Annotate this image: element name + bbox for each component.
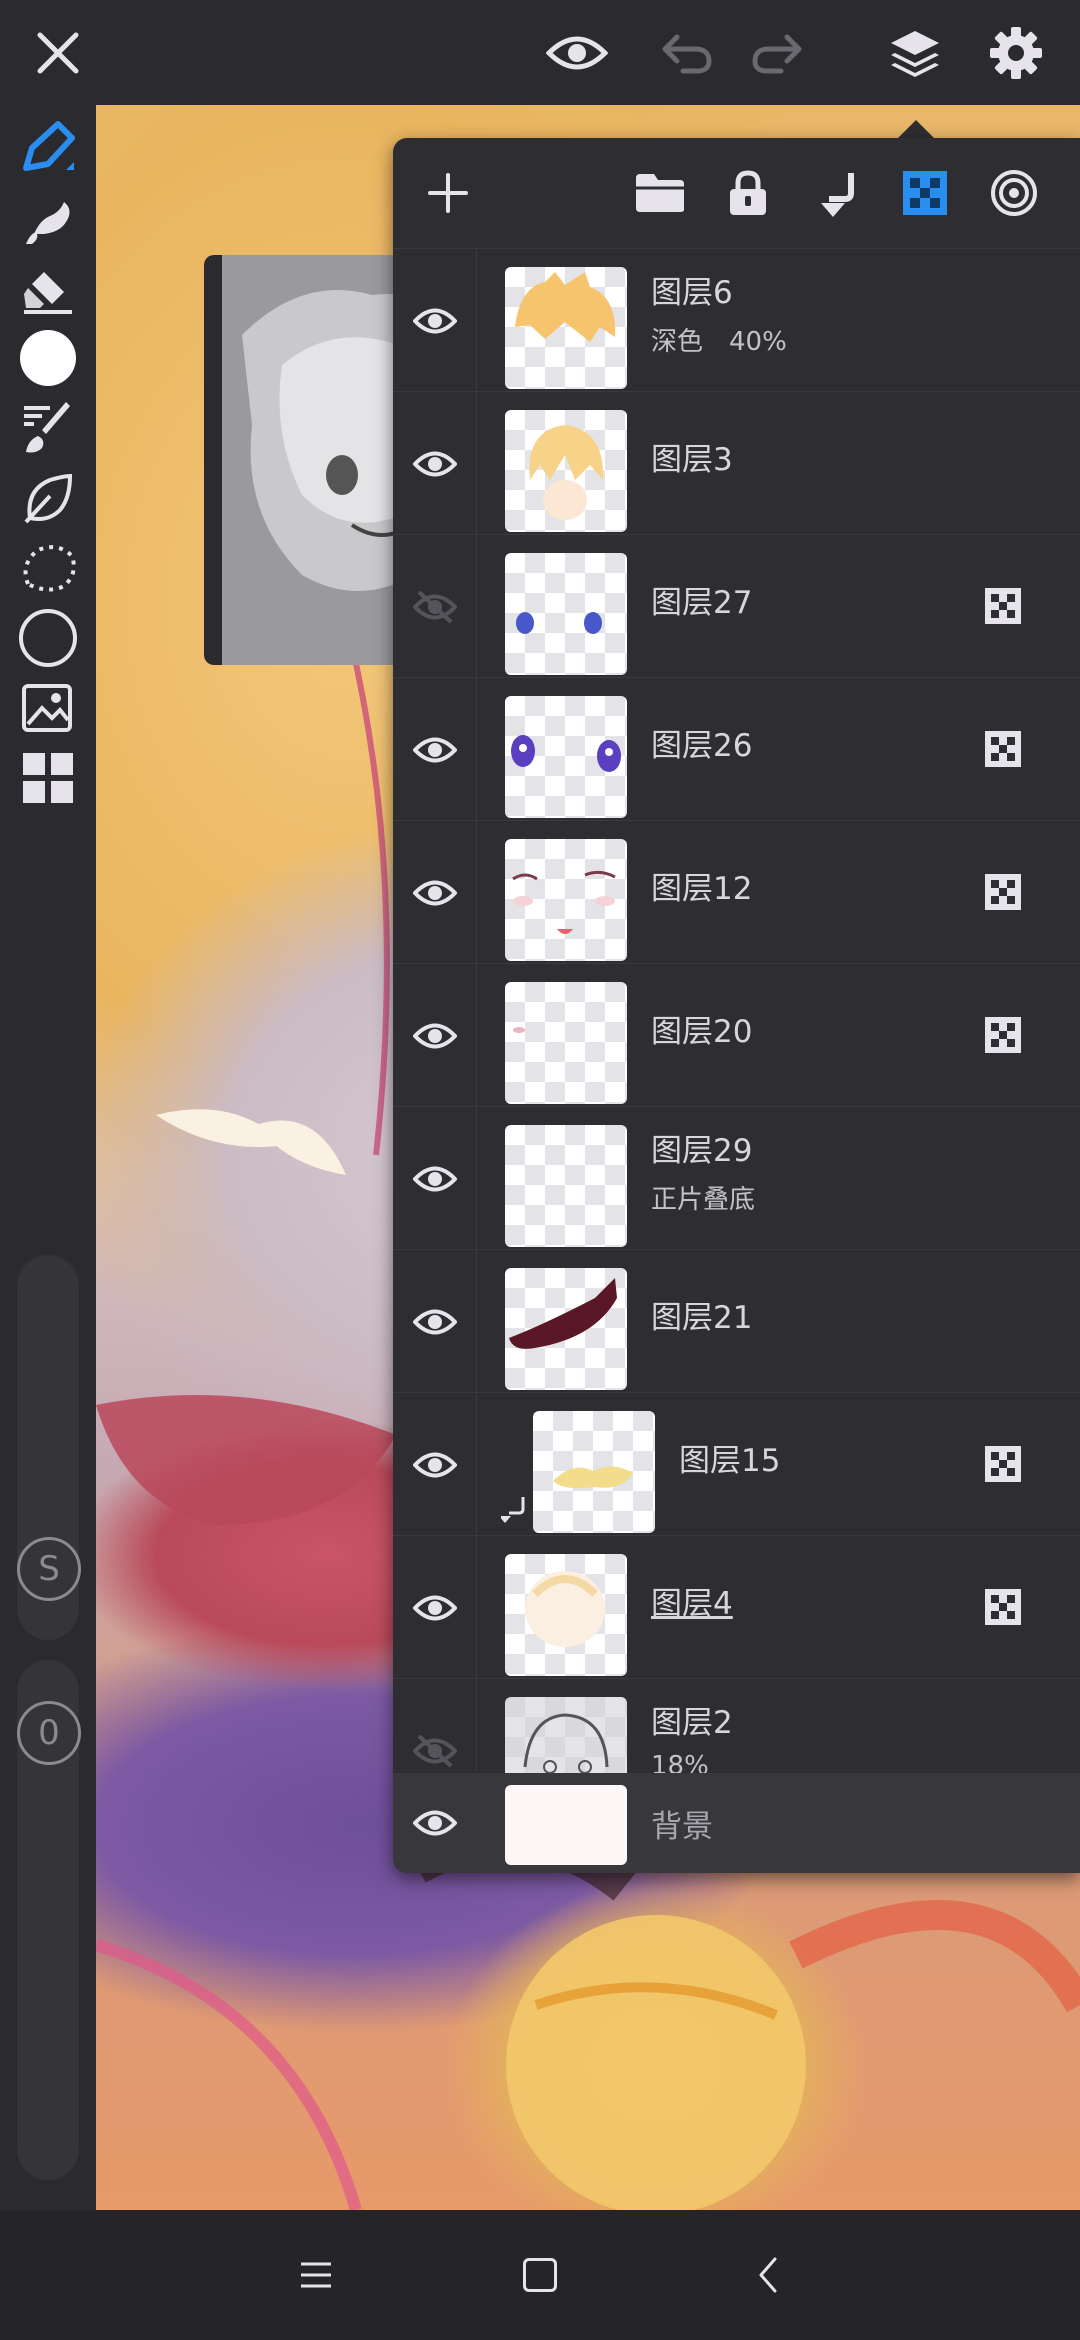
layer-name: 图层27 xyxy=(651,585,753,621)
layer-name: 图层20 xyxy=(651,1014,753,1050)
layer-name: 图层2 xyxy=(651,1705,733,1741)
ellipse-icon[interactable] xyxy=(13,603,83,673)
layer-visibility-toggle[interactable] xyxy=(393,964,477,1107)
layer-blend-info: 深色 40% xyxy=(651,327,787,357)
back-icon[interactable] xyxy=(738,2245,798,2305)
layer-row[interactable]: 图层21 xyxy=(393,1249,1080,1393)
color-icon[interactable] xyxy=(13,323,83,393)
background-thumbnail xyxy=(505,1785,627,1865)
layer-visibility-toggle[interactable] xyxy=(393,1536,477,1679)
s-button[interactable]: S xyxy=(17,1537,81,1601)
layer-visibility-toggle[interactable] xyxy=(393,392,477,535)
layer-name: 图层3 xyxy=(651,442,733,478)
alpha-lock-icon[interactable] xyxy=(985,588,1021,624)
layer-name: 图层26 xyxy=(651,728,753,764)
zero-label: 0 xyxy=(38,1713,60,1753)
menu-icon[interactable] xyxy=(286,2245,346,2305)
layer-name: 背景 xyxy=(651,1809,713,1845)
layer-row[interactable]: 图层15 xyxy=(393,1392,1080,1536)
layer-visibility-toggle[interactable] xyxy=(393,535,477,678)
merge-down-icon[interactable] xyxy=(801,158,871,228)
layer-name: 图层4 xyxy=(651,1586,733,1622)
layer-visibility-toggle[interactable] xyxy=(393,821,477,964)
layer-name: 图层15 xyxy=(679,1443,781,1479)
layer-row[interactable]: 图层3 xyxy=(393,391,1080,535)
layer-list: 图层6 深色 40% 图层3 图层27 图层26 图层12 图层20 图层29 … xyxy=(393,248,1080,1873)
layer-row[interactable]: 图层27 xyxy=(393,534,1080,678)
zero-button[interactable]: 0 xyxy=(17,1701,81,1765)
alpha-lock-icon[interactable] xyxy=(985,1017,1021,1053)
layer-thumbnail xyxy=(505,982,627,1104)
layer-thumbnail xyxy=(505,839,627,961)
layer-visibility-toggle[interactable] xyxy=(393,249,477,392)
layer-visibility-toggle[interactable] xyxy=(393,1393,477,1536)
undo-icon[interactable] xyxy=(652,18,722,88)
layer-thumbnail xyxy=(505,696,627,818)
smudge-icon[interactable] xyxy=(13,183,83,253)
alpha-lock-icon[interactable] xyxy=(985,1589,1021,1625)
layer-thumbnail xyxy=(505,1554,627,1676)
add-icon[interactable] xyxy=(413,158,483,228)
layers-panel: 图层6 深色 40% 图层3 图层27 图层26 图层12 图层20 图层29 … xyxy=(393,138,1080,1873)
background-layer-row[interactable]: 背景 xyxy=(393,1773,1080,1873)
layer-thumbnail xyxy=(505,553,627,675)
grid-icon[interactable] xyxy=(13,743,83,813)
layer-row[interactable]: 图层26 xyxy=(393,677,1080,821)
layer-visibility-toggle[interactable] xyxy=(393,1107,477,1250)
layer-thumbnail xyxy=(505,1125,627,1247)
alpha-lock-icon[interactable] xyxy=(985,874,1021,910)
layer-name: 图层6 xyxy=(651,275,733,311)
layers-panel-header xyxy=(393,138,1080,248)
image-icon[interactable] xyxy=(13,673,83,743)
layer-thumbnail xyxy=(505,267,627,389)
layer-row[interactable]: 图层29 正片叠底 xyxy=(393,1106,1080,1250)
alpha-lock-icon[interactable] xyxy=(985,1446,1021,1482)
layer-name: 图层12 xyxy=(651,871,753,907)
alpha-lock-icon[interactable] xyxy=(890,158,960,228)
system-nav-bar xyxy=(0,2210,1080,2340)
lock-icon[interactable] xyxy=(713,158,783,228)
target-icon[interactable] xyxy=(979,158,1049,228)
lasso-leaf-icon[interactable] xyxy=(13,463,83,533)
layer-name: 图层29 xyxy=(651,1133,753,1169)
layer-blend-info: 正片叠底 xyxy=(651,1185,756,1215)
layer-row-selected[interactable]: 图层4 xyxy=(393,1535,1080,1679)
selection-icon[interactable] xyxy=(13,533,83,603)
layers-icon[interactable] xyxy=(880,18,950,88)
layer-thumbnail xyxy=(505,1268,627,1390)
layer-thumbnail xyxy=(505,410,627,532)
clipping-arrow-icon xyxy=(499,1495,527,1533)
folder-icon[interactable] xyxy=(625,158,695,228)
close-icon[interactable] xyxy=(23,18,93,88)
brush-settings-icon[interactable] xyxy=(13,393,83,463)
layer-visibility-toggle[interactable] xyxy=(393,1773,476,1873)
tool-bar: S 0 xyxy=(0,105,96,2210)
brush-icon[interactable] xyxy=(13,113,83,183)
layer-name: 图层21 xyxy=(651,1300,753,1336)
s-label: S xyxy=(38,1549,60,1589)
eraser-icon[interactable] xyxy=(13,253,83,323)
layer-thumbnail xyxy=(533,1411,655,1533)
layer-row[interactable]: 图层20 xyxy=(393,963,1080,1107)
layer-visibility-toggle[interactable] xyxy=(393,1250,477,1393)
top-bar xyxy=(0,0,1080,105)
layer-row[interactable]: 图层6 深色 40% xyxy=(393,248,1080,392)
layer-visibility-toggle[interactable] xyxy=(393,678,477,821)
alpha-lock-icon[interactable] xyxy=(985,731,1021,767)
home-icon[interactable] xyxy=(510,2245,570,2305)
redo-icon[interactable] xyxy=(742,18,812,88)
panel-pointer xyxy=(898,120,934,138)
layer-row[interactable]: 图层12 xyxy=(393,820,1080,964)
gear-icon[interactable] xyxy=(981,18,1051,88)
eye-icon[interactable] xyxy=(542,18,612,88)
